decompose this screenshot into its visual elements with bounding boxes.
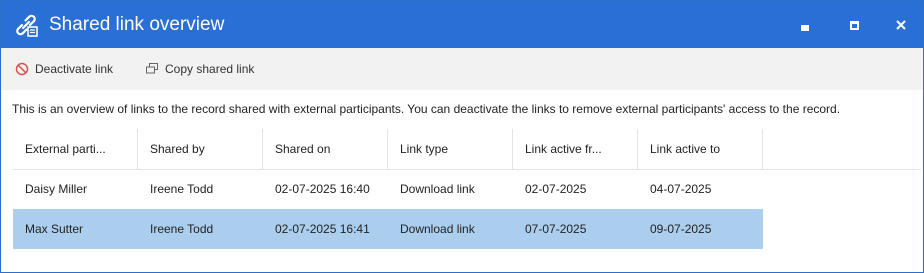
cell-link-active-from: 07-07-2025: [525, 222, 587, 236]
cell-shared-on: 02-07-2025 16:41: [275, 222, 370, 236]
column-header-link-active-to[interactable]: Link active to: [638, 129, 763, 169]
cell-link-active-to: 04-07-2025: [650, 182, 712, 196]
maximize-icon: [849, 20, 859, 30]
prohibited-icon: [15, 62, 29, 76]
table-row-selected[interactable]: Max Sutter Ireene Todd 02-07-2025 16:41 …: [13, 209, 763, 249]
column-header-shared-by[interactable]: Shared by: [138, 129, 263, 169]
copy-icon: [146, 63, 158, 74]
table-row[interactable]: Daisy Miller Ireene Todd 02-07-2025 16:4…: [13, 169, 921, 209]
column-header-shared-on[interactable]: Shared on: [263, 129, 388, 169]
column-header-link-type[interactable]: Link type: [388, 129, 513, 169]
title-bar[interactable]: Shared link overview: [1, 1, 923, 48]
copy-shared-link-button[interactable]: Copy shared link: [145, 48, 254, 90]
cell-link-active-from: 02-07-2025: [525, 182, 587, 196]
toolbar: Deactivate link Copy shared link: [1, 48, 923, 90]
minimize-button[interactable]: [790, 11, 820, 39]
deactivate-link-label: Deactivate link: [35, 62, 114, 76]
copy-shared-link-label: Copy shared link: [165, 62, 255, 76]
cell-external-participant: Daisy Miller: [25, 182, 88, 196]
column-header-link-active-from[interactable]: Link active fr...: [513, 129, 638, 169]
cell-link-type: Download link: [400, 222, 475, 236]
shared-link-overview-window: Shared link overview Deactivate link Cop…: [0, 0, 924, 273]
close-button[interactable]: [886, 11, 916, 39]
cell-external-participant: Max Sutter: [25, 222, 84, 236]
shared-link-icon: [13, 12, 39, 38]
cell-shared-on: 02-07-2025 16:40: [275, 182, 370, 196]
minimize-icon: [801, 25, 809, 31]
deactivate-link-button[interactable]: Deactivate link: [15, 48, 113, 90]
table-header: External parti... Shared by Shared on Li…: [13, 129, 921, 170]
description-text: This is an overview of links to the reco…: [12, 102, 841, 116]
window-title: Shared link overview: [49, 14, 225, 35]
cell-shared-by: Ireene Todd: [150, 182, 214, 196]
maximize-button[interactable]: [839, 11, 869, 39]
cell-link-type: Download link: [400, 182, 475, 196]
close-icon: [894, 18, 908, 32]
column-header-external-participant[interactable]: External parti...: [13, 129, 138, 169]
cell-shared-by: Ireene Todd: [150, 222, 214, 236]
cell-link-active-to: 09-07-2025: [650, 222, 712, 236]
